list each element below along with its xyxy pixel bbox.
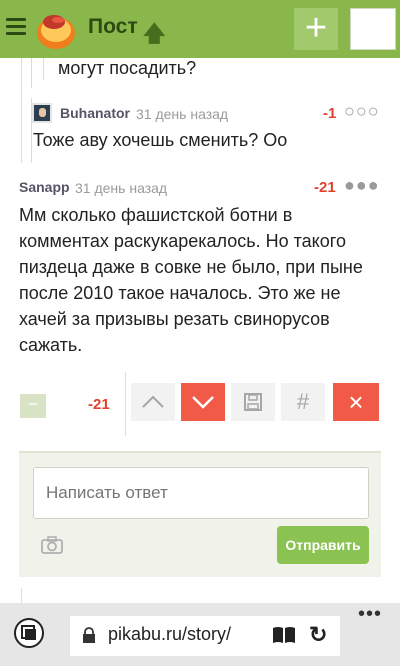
more-options-icon[interactable]: ○○○ — [344, 101, 380, 122]
comment-line: после 2010 такое началось. Это же не — [19, 283, 341, 303]
thread-line — [43, 58, 44, 80]
reading-view-icon[interactable] — [272, 626, 296, 644]
comment-line: хачей за призывы резать свинорусов — [19, 309, 330, 329]
comment-text: Тоже аву хочешь сменить? Оо — [33, 130, 288, 150]
url-text[interactable]: pikabu.ru/story/ — [108, 624, 231, 645]
link-button[interactable]: # — [281, 383, 325, 421]
lock-icon — [83, 627, 95, 643]
tabs-icon[interactable] — [14, 618, 44, 648]
comment-text: могут посадить? — [58, 58, 197, 78]
chevron-down-icon — [192, 396, 214, 409]
thread-line — [21, 58, 22, 163]
comment-line: Мм сколько фашистской ботни в — [19, 205, 293, 225]
comment-time: 31 день назад — [136, 106, 229, 122]
camera-icon[interactable] — [40, 535, 64, 555]
add-post-button[interactable]: + — [294, 8, 338, 50]
reload-icon[interactable]: ↻ — [309, 622, 327, 648]
save-icon — [244, 393, 262, 411]
more-options-icon[interactable]: ●●● — [344, 175, 380, 196]
upvote-button[interactable] — [131, 383, 175, 421]
save-button[interactable] — [231, 383, 275, 421]
more-icon[interactable]: ••• — [358, 603, 382, 626]
tabs-button[interactable] — [350, 8, 396, 50]
avatar[interactable] — [32, 103, 52, 123]
collapse-button[interactable]: − — [20, 394, 46, 418]
comment-author[interactable]: Sanapp — [19, 179, 70, 195]
chevron-up-icon — [142, 395, 164, 408]
thread-line — [31, 58, 32, 88]
page-title: Пост — [88, 15, 138, 38]
top-bar: Пост 🡅 + — [0, 0, 400, 58]
comment-line: пиздеца даже в совке не было, при пыне — [19, 257, 363, 277]
comment-rating: -1 — [323, 105, 337, 122]
pikabu-logo[interactable] — [34, 8, 78, 52]
comment-rating-total: -21 — [88, 396, 110, 413]
comment-line: комментах раскукарекалось. Но такого — [19, 231, 346, 251]
send-button[interactable]: Отправить — [277, 526, 369, 564]
comment-time: 31 день назад — [75, 180, 168, 196]
comment-rating: -21 — [314, 179, 336, 196]
close-button[interactable]: × — [333, 383, 379, 421]
reply-input[interactable] — [33, 467, 369, 519]
comment-line: сажать. — [19, 335, 83, 355]
comment-author[interactable]: Buhanator — [60, 105, 130, 121]
downvote-button[interactable] — [181, 383, 225, 421]
menu-icon[interactable] — [6, 18, 26, 36]
thread-line — [21, 588, 22, 603]
scroll-up-icon[interactable]: 🡅 — [143, 17, 166, 55]
thread-line — [125, 372, 126, 436]
